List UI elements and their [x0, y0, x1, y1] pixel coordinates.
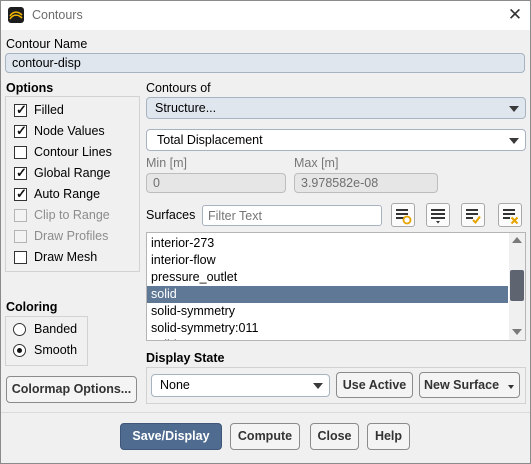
- surface-list-item[interactable]: interior-flow: [147, 252, 508, 269]
- display-state-select[interactable]: None: [151, 374, 330, 397]
- min-label: Min [m]: [146, 156, 187, 170]
- options-group: ✓ Filled ✓ Node Values Contour Lines ✓ Global …: [5, 96, 140, 272]
- surface-list-item[interactable]: interior-273: [147, 235, 508, 252]
- save-display-button[interactable]: Save/Display: [120, 423, 222, 450]
- close-icon[interactable]: ✕: [504, 4, 526, 26]
- app-logo-icon: [8, 7, 24, 23]
- option-checkbox[interactable]: [14, 146, 27, 159]
- option-checkbox: [14, 209, 27, 222]
- contours-category-select[interactable]: Structure...: [146, 97, 526, 119]
- option-checkbox[interactable]: [14, 251, 27, 264]
- surfaces-scrollbar[interactable]: [509, 233, 525, 340]
- max-label: Max [m]: [294, 156, 339, 170]
- option-checkbox: [14, 230, 27, 243]
- contour-name-input[interactable]: contour-disp: [5, 53, 525, 73]
- option-label[interactable]: Global Range: [34, 166, 110, 180]
- option-label[interactable]: Node Values: [34, 124, 105, 138]
- surface-list-item[interactable]: solid-symmetry: [147, 303, 508, 320]
- colormap-options-button[interactable]: Colormap Options...: [6, 376, 137, 403]
- option-checkbox[interactable]: ✓: [14, 186, 27, 201]
- option-label[interactable]: Auto Range: [34, 187, 100, 201]
- deselect-all-icon[interactable]: [426, 203, 450, 227]
- option-label[interactable]: Filled: [34, 103, 64, 117]
- coloring-label[interactable]: Smooth: [34, 343, 77, 357]
- contours-quantity-select[interactable]: Total Displacement: [146, 129, 526, 151]
- coloring-heading: Coloring: [6, 300, 58, 314]
- new-surface-label: New Surface: [424, 378, 500, 392]
- option-label[interactable]: Contour Lines: [34, 145, 112, 159]
- coloring-group: Banded Smooth: [5, 316, 88, 366]
- option-checkbox[interactable]: ✓: [14, 102, 27, 117]
- option-checkbox[interactable]: ✓: [14, 123, 27, 138]
- dropdown-arrow-icon: [508, 385, 514, 389]
- max-value-field: 3.978582e-08: [294, 173, 438, 193]
- surfaces-list[interactable]: interior-273 interior-flow pressure_outlet…: [146, 232, 526, 341]
- new-group-icon[interactable]: [461, 203, 485, 227]
- compute-button[interactable]: Compute: [230, 423, 300, 450]
- footer-divider: [1, 412, 530, 413]
- checkmark-icon: ✓: [16, 123, 27, 138]
- option-checkbox[interactable]: ✓: [14, 165, 27, 180]
- checkmark-icon: ✓: [16, 165, 27, 180]
- coloring-radio[interactable]: [13, 344, 26, 357]
- close-button[interactable]: Close: [310, 423, 359, 450]
- surface-filter-input[interactable]: [202, 205, 382, 226]
- help-button[interactable]: Help: [367, 423, 410, 450]
- unselect-icon[interactable]: [498, 203, 522, 227]
- window-title: Contours: [32, 8, 83, 22]
- checkmark-icon: ✓: [16, 186, 27, 201]
- options-heading: Options: [6, 81, 54, 95]
- new-surface-button[interactable]: New Surface: [419, 372, 520, 398]
- display-state-heading: Display State: [146, 351, 225, 365]
- coloring-radio[interactable]: [13, 323, 26, 336]
- surfaces-label: Surfaces: [146, 208, 196, 222]
- chevron-down-icon: [509, 106, 519, 112]
- chevron-down-icon: [509, 138, 519, 144]
- scroll-up-arrow-icon[interactable]: [512, 237, 522, 243]
- use-active-button[interactable]: Use Active: [336, 372, 413, 398]
- option-label: Draw Profiles: [34, 229, 109, 243]
- radio-dot-icon: [17, 348, 22, 353]
- checkmark-icon: ✓: [16, 102, 27, 117]
- select-all-icon[interactable]: [391, 203, 415, 227]
- option-label: Clip to Range: [34, 208, 110, 222]
- surface-list-item[interactable]: solid-symmetry:011: [147, 320, 508, 337]
- surface-list-item[interactable]: solid: [147, 286, 508, 303]
- chevron-down-icon: [313, 383, 323, 389]
- display-state-value: None: [160, 378, 190, 392]
- coloring-label[interactable]: Banded: [34, 322, 77, 336]
- scroll-thumb[interactable]: [510, 270, 524, 301]
- contour-name-label: Contour Name: [6, 37, 88, 51]
- surface-list-item[interactable]: solid-..: [147, 337, 508, 340]
- min-value-field: 0: [146, 173, 286, 193]
- contours-quantity-value: Total Displacement: [157, 133, 263, 147]
- contours-category-value: Structure...: [155, 101, 217, 115]
- scroll-down-arrow-icon[interactable]: [512, 329, 522, 335]
- surface-list-item[interactable]: pressure_outlet: [147, 269, 508, 286]
- option-label[interactable]: Draw Mesh: [34, 250, 97, 264]
- contours-of-label: Contours of: [146, 81, 211, 95]
